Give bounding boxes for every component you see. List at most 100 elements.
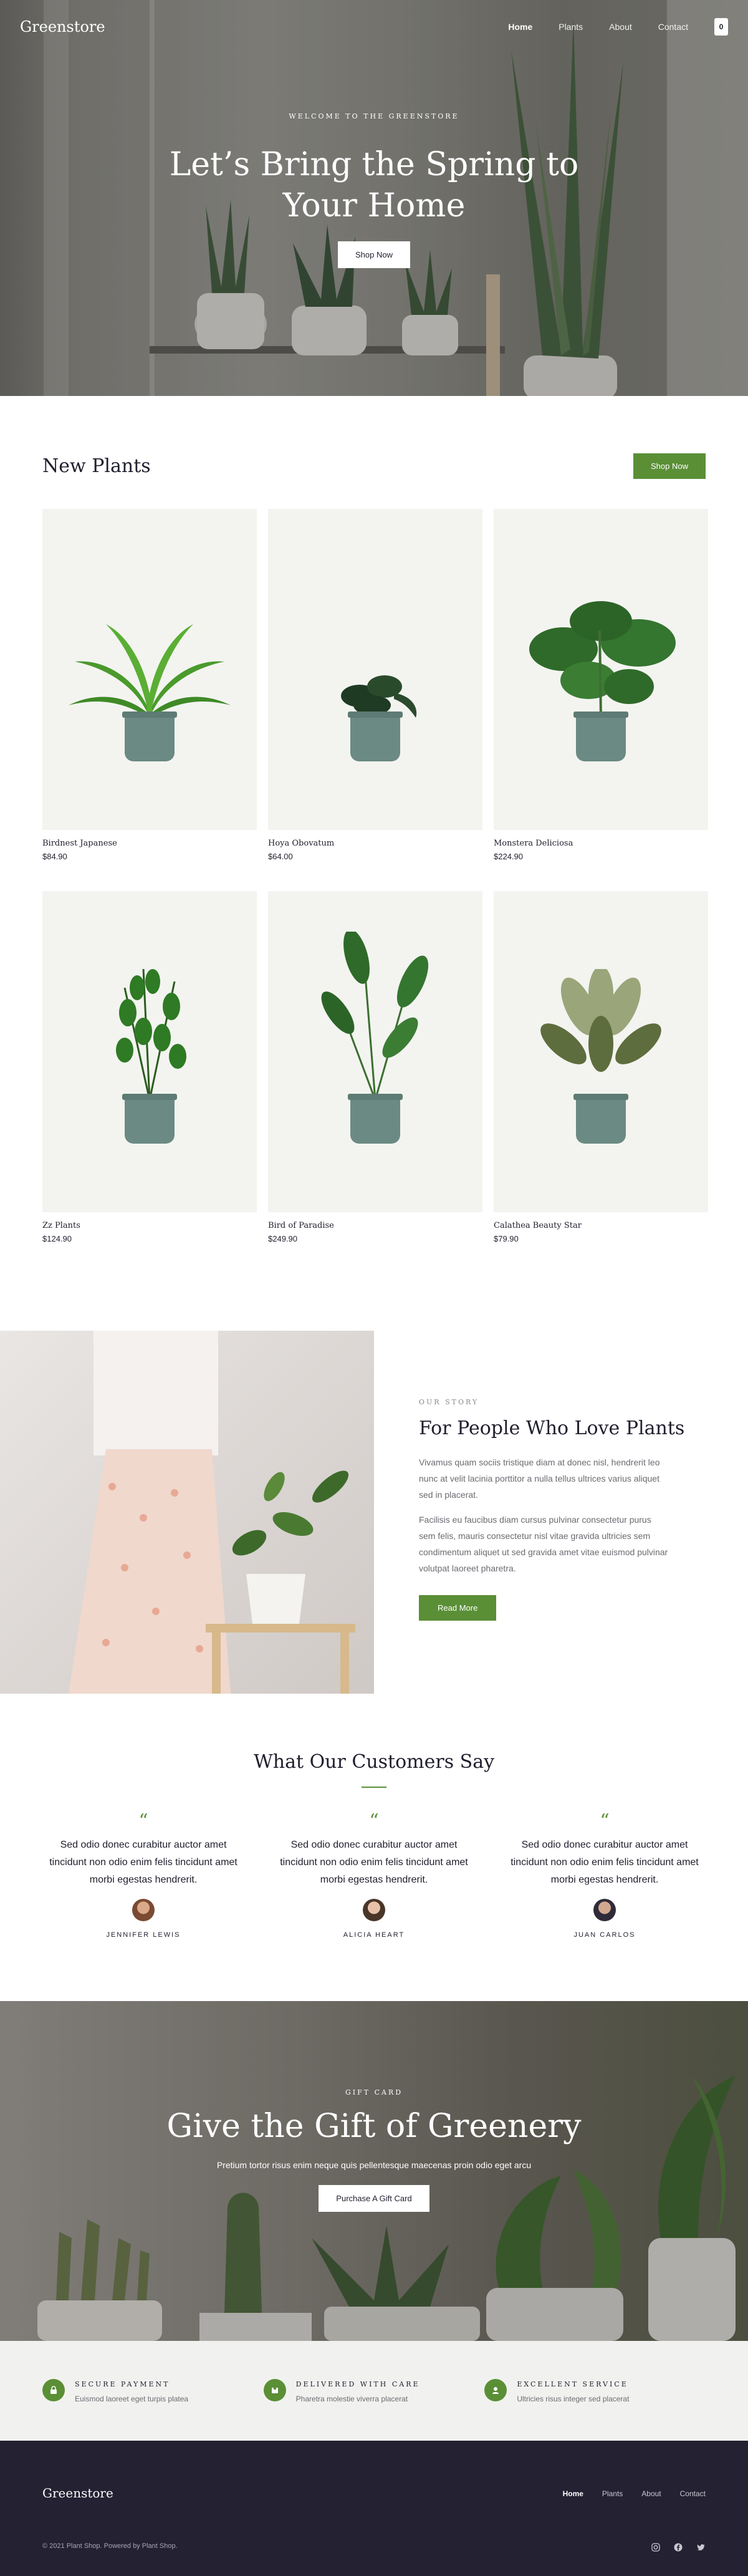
testimonial-author: JENNIFER LEWIS	[106, 1931, 181, 1939]
nav-item-about[interactable]: About	[609, 22, 632, 32]
testimonial-author: ALICIA HEART	[343, 1931, 405, 1939]
product-name[interactable]: Monstera Deliciosa	[494, 839, 708, 848]
story-text: OUR STORY For People Who Love Plants Viv…	[374, 1331, 748, 1694]
story-title: For People Who Love Plants	[419, 1417, 685, 1439]
product-price: $64.00	[268, 852, 293, 861]
product-image[interactable]	[494, 891, 708, 1212]
copyright-text: © 2021 Plant Shop. Powered by Plant Shop…	[42, 2542, 178, 2550]
quote-icon: “	[138, 1810, 148, 1832]
feature-delivered-with-care: DELIVERED WITH CARE Pharetra molestie vi…	[263, 2378, 485, 2403]
feature-text: Euismod laoreet eget turpis platea	[75, 2394, 189, 2403]
gift-card-section: GIFT CARD Give the Gift of Greenery Pret…	[0, 2001, 748, 2341]
footer-nav-home[interactable]: Home	[563, 2489, 583, 2498]
plant-pot	[573, 712, 628, 761]
product-name[interactable]: Calathea Beauty Star	[494, 1221, 708, 1230]
nav-menu: Home Plants About Contact 0	[482, 18, 728, 36]
hero-content: WELCOME TO THE GREENSTORE Let’s Bring th…	[0, 112, 748, 268]
product-name[interactable]: Birdnest Japanese	[42, 839, 257, 848]
testimonial-card: “ Sed odio donec curabitur auctor amet t…	[274, 1810, 474, 1939]
zz-plant-image	[116, 968, 186, 1100]
social-links	[651, 2542, 706, 2552]
product-card[interactable]: Zz Plants $124.90	[42, 891, 257, 1243]
product-name[interactable]: Bird of Paradise	[268, 1221, 482, 1230]
testimonial-card: “ Sed odio donec curabitur auctor amet t…	[505, 1810, 704, 1939]
product-image[interactable]	[494, 509, 708, 830]
plant-pot	[122, 712, 177, 761]
feature-excellent-service: EXCELLENT SERVICE Ultricies risus intege…	[484, 2378, 706, 2403]
new-plants-title: New Plants	[42, 455, 151, 477]
support-icon	[484, 2378, 507, 2401]
product-name[interactable]: Zz Plants	[42, 1221, 257, 1230]
product-price: $224.90	[494, 852, 523, 861]
purchase-gift-card-button[interactable]: Purchase A Gift Card	[319, 2185, 429, 2212]
hero-eyebrow: WELCOME TO THE GREENSTORE	[289, 112, 459, 120]
hero-title-line2: Your Home	[282, 187, 466, 224]
new-plants-shop-button[interactable]: Shop Now	[633, 453, 706, 479]
feature-title: SECURE PAYMENT	[75, 2380, 170, 2388]
feature-title: EXCELLENT SERVICE	[517, 2380, 628, 2388]
product-grid: Birdnest Japanese $84.90 Hoya Obovatum $…	[42, 509, 708, 1243]
new-plants-header: New Plants Shop Now	[42, 453, 706, 479]
product-image[interactable]	[42, 509, 257, 830]
top-navbar: Greenstore Home Plants About Contact 0	[0, 0, 748, 54]
testimonial-quote: Sed odio donec curabitur auctor amet tin…	[49, 1840, 237, 1885]
site-footer: Greenstore Home Plants About Contact © 2…	[0, 2441, 748, 2576]
story-paragraph-2: Facilisis eu faucibus diam cursus pulvin…	[419, 1515, 668, 1573]
product-price: $84.90	[42, 852, 67, 861]
product-image[interactable]	[268, 509, 482, 830]
product-image[interactable]	[42, 891, 257, 1212]
hero-section: Greenstore Home Plants About Contact 0 W…	[0, 0, 748, 396]
quote-icon: “	[369, 1810, 379, 1832]
new-plants-section: New Plants Shop Now Birdnest Japanese $8…	[0, 396, 748, 1268]
story-eyebrow: OUR STORY	[419, 1398, 479, 1406]
instagram-icon[interactable]	[651, 2542, 661, 2552]
story-photo	[0, 1331, 374, 1694]
cart-button[interactable]: 0	[714, 18, 728, 36]
gift-title: Give the Gift of Greenery	[166, 2108, 582, 2145]
quote-icon: “	[600, 1810, 610, 1832]
feature-text: Ultricies risus integer sed placerat	[517, 2394, 630, 2403]
footer-nav-about[interactable]: About	[641, 2489, 661, 2498]
plant-pot	[348, 712, 403, 761]
plant-pot	[122, 1094, 177, 1144]
testimonial-card: “ Sed odio donec curabitur auctor amet t…	[44, 1810, 243, 1939]
monstera-plant-image	[529, 601, 676, 718]
footer-nav-contact[interactable]: Contact	[680, 2489, 706, 2498]
footer-nav: Home Plants About Contact	[544, 2489, 706, 2498]
product-card[interactable]: Birdnest Japanese $84.90	[42, 509, 257, 861]
plant-pot	[573, 1094, 628, 1144]
product-price: $124.90	[42, 1234, 72, 1243]
footer-nav-plants[interactable]: Plants	[602, 2489, 623, 2498]
product-name[interactable]: Hoya Obovatum	[268, 839, 482, 848]
gift-content: GIFT CARD Give the Gift of Greenery Pret…	[0, 2088, 748, 2212]
lock-icon	[42, 2378, 65, 2401]
product-card[interactable]: Calathea Beauty Star $79.90	[494, 891, 708, 1243]
gift-subtitle: Pretium tortor risus enim neque quis pel…	[216, 2160, 532, 2170]
footer-logo[interactable]: Greenstore	[42, 2486, 113, 2501]
testimonials-list: “ Sed odio donec curabitur auctor amet t…	[0, 1810, 748, 1939]
hero-title-line1: Let’s Bring the Spring to	[169, 146, 579, 183]
product-card[interactable]: Hoya Obovatum $64.00	[268, 509, 482, 861]
product-card[interactable]: Bird of Paradise $249.90	[268, 891, 482, 1243]
calathea-plant-image	[540, 969, 661, 1072]
facebook-icon[interactable]	[673, 2542, 683, 2552]
hero-shop-now-button[interactable]: Shop Now	[338, 241, 410, 268]
fern-plant-image	[69, 624, 231, 718]
product-card[interactable]: Monstera Deliciosa $224.90	[494, 509, 708, 861]
nav-item-plants[interactable]: Plants	[559, 22, 583, 32]
nav-item-home[interactable]: Home	[508, 22, 532, 32]
avatar	[363, 1899, 385, 1921]
testimonials-section: What Our Customers Say “ Sed odio donec …	[0, 1694, 748, 2001]
nav-item-contact[interactable]: Contact	[658, 22, 688, 32]
woman-with-plant-image	[69, 1331, 355, 1694]
testimonial-author: JUAN CARLOS	[573, 1931, 636, 1939]
avatar	[132, 1899, 155, 1921]
site-logo[interactable]: Greenstore	[20, 18, 105, 36]
product-image[interactable]	[268, 891, 482, 1212]
read-more-button[interactable]: Read More	[419, 1595, 497, 1621]
feature-title: DELIVERED WITH CARE	[295, 2380, 420, 2388]
hoya-plant-image	[341, 675, 417, 718]
feature-secure-payment: SECURE PAYMENT Euismod laoreet eget turp…	[42, 2378, 264, 2403]
twitter-icon[interactable]	[696, 2542, 706, 2552]
avatar	[593, 1899, 616, 1921]
